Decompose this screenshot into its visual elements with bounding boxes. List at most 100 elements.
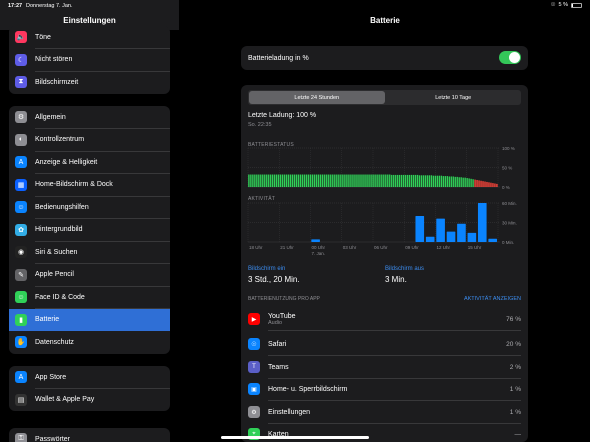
battery-bar: [343, 174, 345, 187]
battery-bar: [293, 174, 296, 187]
battery-percentage-toggle[interactable]: [499, 51, 521, 64]
battery-bar: [426, 175, 429, 187]
x-tick-label: 21 Uhr: [280, 245, 294, 250]
home-indicator[interactable]: [221, 436, 369, 439]
sidebar-item-hintergrundbild[interactable]: ✿ Hintergrundbild: [9, 219, 170, 241]
battery-bar: [367, 174, 369, 187]
sidebar-item-apple-pencil[interactable]: ✎ Apple Pencil: [9, 264, 170, 286]
battery-bar: [490, 182, 492, 187]
activity-bar: [446, 231, 456, 242]
activity-bar: [425, 236, 435, 242]
y-tick-label: 50 %: [502, 166, 512, 171]
battery-bar: [285, 174, 288, 187]
battery-bar: [262, 174, 264, 187]
sidebar-item-wallet-apple-pay[interactable]: ▤ Wallet & Apple Pay: [9, 389, 170, 412]
battery-bar: [349, 174, 351, 187]
battery-bar: [418, 175, 421, 187]
battery-bar: [391, 174, 393, 187]
battery-bar: [432, 175, 435, 187]
battery-bar: [315, 174, 318, 187]
pencil-icon: ✎: [15, 268, 27, 281]
battery-bar: [397, 174, 399, 187]
battery-bar: [254, 174, 256, 187]
battery-bar: [428, 175, 431, 187]
sidebar-item-label: Apple Pencil: [35, 271, 74, 279]
sidebar-item-bedienungshilfen[interactable]: ☺ Bedienungshilfen: [9, 196, 170, 219]
activity-bar: [488, 238, 497, 242]
battery-bar: [260, 174, 262, 187]
activity-bar: [415, 216, 425, 242]
app-usage-row[interactable]: ⌖ Karten —: [248, 423, 521, 442]
app-usage-row[interactable]: ▶ YouTube Audio 76 %: [248, 308, 521, 331]
battery-bar: [299, 174, 302, 187]
battery-bar: [446, 176, 448, 187]
battery-bar: [323, 174, 325, 187]
app-usage-row[interactable]: ☉ Safari 20 %: [248, 333, 521, 356]
moon-icon: ☾: [15, 53, 27, 66]
activity-bar: [457, 223, 466, 242]
battery-bar: [339, 174, 341, 187]
sidebar-item-label: Batterie: [35, 316, 60, 324]
battery-bar: [436, 175, 439, 187]
battery-bar: [398, 174, 401, 187]
battery-detail: Batterie Batterieladung in % Letzte 24 S…: [180, 0, 590, 442]
battery-bar: [448, 176, 450, 187]
battery-bar: [355, 174, 357, 187]
sidebar-item-kontrollzentrum[interactable]: ◐ Kontrollzentrum: [9, 129, 170, 151]
battery-bar: [248, 174, 250, 187]
hand-icon: ✋: [15, 336, 27, 349]
battery-bar: [291, 174, 294, 187]
sidebar-item-datenschutz[interactable]: ✋ Datenschutz: [9, 331, 170, 354]
battery-bar: [406, 174, 409, 187]
sidebar-item-app-store[interactable]: A App Store: [9, 366, 170, 389]
battery-bar: [357, 174, 359, 187]
x-tick-label: 03 Uhr: [343, 245, 357, 250]
x-tick-label: 18 Uhr: [249, 245, 263, 250]
battery-bar: [289, 174, 292, 187]
status-date: Donnerstag 7. Jan.: [26, 3, 73, 9]
app-usage-percent: 20 %: [506, 340, 521, 348]
sidebar-item-label: Bedienungshilfen: [35, 203, 89, 211]
app-usage-row[interactable]: T Teams 2 %: [248, 356, 521, 379]
teams-icon: T: [248, 361, 260, 374]
sidebar-item-label: Face ID & Code: [35, 293, 85, 301]
battery-percentage-label: Batterieladung in %: [248, 54, 309, 62]
app-usage-row[interactable]: ⚙ Einstellungen 1 %: [248, 401, 521, 424]
sidebar-item-siri-suchen[interactable]: ◉ Siri & Suchen: [9, 241, 170, 264]
sidebar-item-nicht-stören[interactable]: ☾ Nicht stören: [9, 49, 170, 71]
app-usage-row[interactable]: ▣ Home- u. Sperrbildschirm 1 %: [248, 378, 521, 401]
sidebar-item-allgemein[interactable]: ⚙ Allgemein: [9, 106, 170, 129]
sidebar-item-batterie[interactable]: ▮ Batterie: [9, 308, 170, 331]
battery-bar: [414, 174, 417, 187]
sidebar-item-töne[interactable]: 🔈 Töne: [9, 26, 170, 49]
battery-bar: [272, 174, 274, 187]
battery-bar: [281, 174, 284, 187]
homescreen-icon: ▣: [248, 383, 260, 396]
speaker-icon: 🔈: [15, 31, 27, 44]
sidebar-item-passwörter[interactable]: ⚿ Passwörter: [9, 428, 170, 442]
battery-bar: [295, 174, 298, 187]
battery-bar: [395, 174, 397, 187]
sidebar-item-home-bildschirm-dock[interactable]: ▦ Home-Bildschirm & Dock: [9, 174, 170, 196]
sidebar-group: 🔈 Töne ☾ Nicht stören ⧗ Bildschirmzeit: [9, 26, 170, 94]
sidebar-item-label: Passwörter: [35, 435, 71, 442]
battery-bar: [329, 174, 331, 187]
sidebar-item-face-id-code[interactable]: ☺ Face ID & Code: [9, 286, 170, 309]
battery-bar: [385, 174, 387, 187]
app-name: YouTube: [268, 312, 296, 320]
sidebar-item-anzeige-helligkeit[interactable]: A Anzeige & Helligkeit: [9, 151, 170, 174]
toggle-knob: [509, 52, 520, 63]
battery-bar: [311, 174, 314, 187]
sidebar-item-bildschirmzeit[interactable]: ⧗ Bildschirmzeit: [9, 71, 170, 94]
settings-sidebar: Einstellungen 🔈 Töne ☾ Nicht stören ⧗ Bildsch…: [0, 0, 179, 442]
show-activity-link[interactable]: AKTIVITÄT ANZEIGEN: [464, 296, 521, 302]
battery-bar: [303, 174, 306, 187]
battery-bar: [277, 174, 280, 187]
app-usage-percent: 76 %: [506, 315, 521, 323]
battery-bar: [480, 180, 482, 187]
battery-bar: [444, 176, 447, 187]
battery-bar: [472, 179, 474, 187]
battery-bar: [305, 174, 308, 187]
battery-bar: [410, 174, 413, 187]
battery-bar: [422, 175, 425, 187]
